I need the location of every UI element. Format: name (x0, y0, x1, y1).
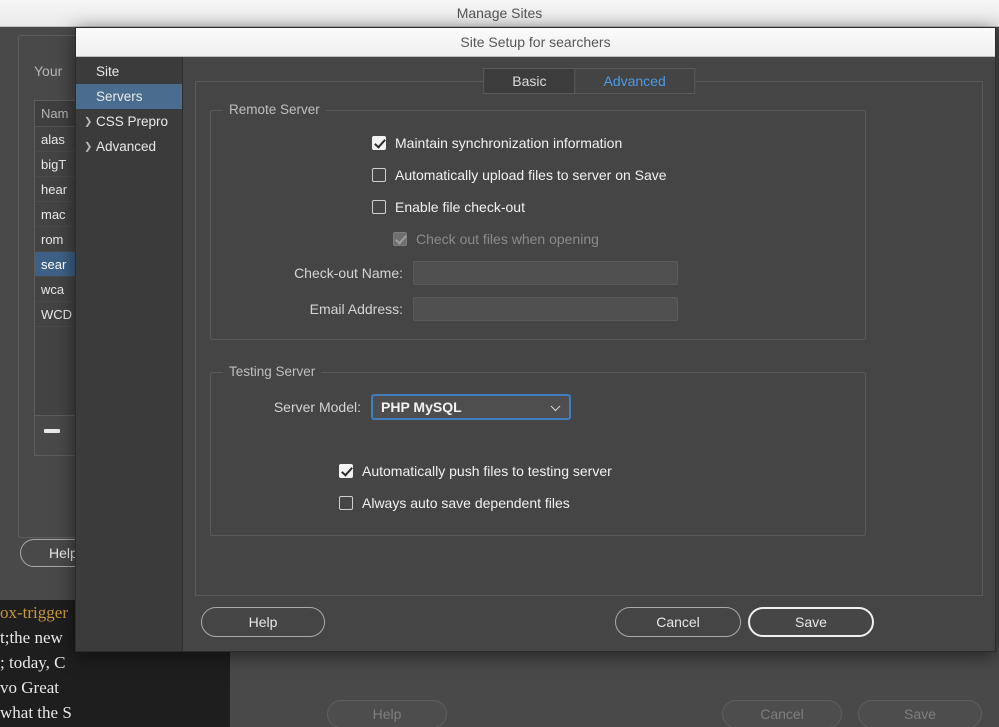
chevron-right-icon: ❯ (84, 141, 93, 152)
manage-sites-your-label: Your (34, 63, 63, 79)
sidebar-item-label: Advanced (96, 139, 157, 154)
checkbox-automatically-push-files-to-testing-server[interactable]: Automatically push files to testing serv… (339, 463, 612, 479)
tab-label: Basic (512, 73, 547, 89)
remote-server-legend: Remote Server (223, 102, 326, 117)
server-model-value: PHP MySQL (381, 399, 462, 415)
minus-icon[interactable] (44, 429, 60, 433)
site-setup-cancel-button[interactable]: Cancel (615, 607, 741, 637)
site-setup-help-button[interactable]: Help (201, 607, 325, 637)
doc-line: what the S (0, 703, 72, 722)
chevron-down-icon (550, 401, 561, 412)
manage-sites-save-button[interactable]: Save (858, 700, 982, 727)
checkbox-icon[interactable] (339, 464, 353, 478)
list-item-selected[interactable]: sear (35, 252, 79, 277)
email-address-input[interactable] (413, 297, 678, 321)
manage-sites-help-button[interactable]: Help (327, 700, 447, 727)
site-name: mac (41, 206, 66, 222)
check-out-name-input[interactable] (413, 261, 678, 285)
checkbox-label: Maintain synchronization information (395, 135, 623, 151)
email-address-row: Email Address: (251, 297, 678, 321)
tab-advanced[interactable]: Advanced (574, 68, 695, 94)
site-setup-body: Site Servers ❯ CSS Prepro ❯ Advanced Bas… (76, 57, 995, 651)
checkbox-label: Automatically upload files to server on … (395, 167, 667, 183)
checkbox-label: Automatically push files to testing serv… (362, 463, 612, 479)
list-item[interactable]: mac (35, 202, 79, 227)
checkbox-icon[interactable] (372, 168, 386, 182)
doc-line: vo Great (0, 678, 60, 697)
checkbox-maintain-synchronization-information[interactable]: Maintain synchronization information (372, 135, 622, 151)
check-out-name-label: Check-out Name: (294, 265, 403, 281)
server-model-row: Server Model: PHP MySQL (251, 394, 571, 420)
manage-sites-list-fragment[interactable]: Nam alas bigT hear mac rom sear wca WCD (34, 100, 79, 416)
screen-root: Manage Sites he settings your web esting… (0, 0, 999, 727)
checkbox-label: Enable file check-out (395, 199, 525, 215)
sidebar-item-servers[interactable]: Servers (76, 84, 182, 109)
remote-server-fieldset: Remote Server Maintain synchronization i… (210, 102, 866, 340)
server-model-label: Server Model: (273, 399, 361, 415)
manage-sites-cancel-button[interactable]: Cancel (722, 700, 842, 727)
site-setup-button-row: Help Cancel Save (76, 593, 995, 651)
manage-sites-titlebar: Manage Sites (0, 0, 999, 27)
list-item[interactable]: rom (35, 227, 79, 252)
site-setup-save-button[interactable]: Save (748, 607, 874, 637)
check-out-name-row: Check-out Name: (251, 261, 678, 285)
site-name: hear (41, 181, 68, 197)
site-setup-titlebar[interactable]: Site Setup for searchers (76, 28, 995, 57)
site-name: alas (41, 131, 65, 147)
testing-server-fieldset: Testing Server Server Model: PHP MySQL A… (210, 364, 866, 536)
list-item[interactable]: WCD (35, 302, 79, 327)
tab-label: Advanced (603, 73, 666, 89)
site-setup-sidebar: Site Servers ❯ CSS Prepro ❯ Advanced (76, 57, 183, 651)
doc-line: ; today, C (0, 653, 66, 672)
settings-content-card: Remote Server Maintain synchronization i… (195, 81, 983, 596)
sidebar-item-label: Site (96, 64, 120, 79)
list-item[interactable]: wca (35, 277, 79, 302)
checkbox-icon (393, 232, 407, 246)
manage-sites-list-footer-fragment (34, 416, 79, 456)
checkbox-label: Always auto save dependent files (362, 495, 570, 511)
checkbox-automatically-upload-files-on-save[interactable]: Automatically upload files to server on … (372, 167, 667, 183)
tab-bar: Basic Advanced (483, 68, 695, 94)
site-setup-dialog: Site Setup for searchers Site Servers ❯ … (75, 27, 996, 652)
server-model-select[interactable]: PHP MySQL (371, 394, 571, 420)
checkbox-check-out-files-when-opening: Check out files when opening (393, 231, 599, 247)
site-name: WCD (41, 306, 73, 322)
checkbox-always-auto-save-dependent-files[interactable]: Always auto save dependent files (339, 495, 570, 511)
list-item[interactable]: alas (35, 127, 79, 152)
manage-sites-list-header-fragment: Nam (35, 101, 79, 127)
checkbox-icon[interactable] (372, 200, 386, 214)
list-item[interactable]: hear (35, 177, 79, 202)
site-name: sear (41, 256, 67, 272)
checkbox-enable-file-check-out[interactable]: Enable file check-out (372, 199, 525, 215)
chevron-right-icon: ❯ (84, 116, 93, 127)
sidebar-item-label: CSS Prepro (96, 114, 169, 129)
sidebar-item-advanced[interactable]: ❯ Advanced (76, 134, 182, 159)
checkbox-icon[interactable] (339, 496, 353, 510)
site-name: wca (41, 281, 65, 297)
sidebar-item-css-preprocessors[interactable]: ❯ CSS Prepro (76, 109, 182, 134)
tab-basic[interactable]: Basic (483, 68, 575, 94)
site-name: bigT (41, 156, 67, 172)
email-address-label: Email Address: (309, 301, 403, 317)
sidebar-item-site[interactable]: Site (76, 59, 182, 84)
checkbox-icon[interactable] (372, 136, 386, 150)
manage-sites-title: Manage Sites (456, 5, 543, 21)
site-setup-main: Basic Advanced Remote Server Maintain sy… (183, 57, 995, 651)
testing-server-legend: Testing Server (223, 364, 322, 379)
list-item[interactable]: bigT (35, 152, 79, 177)
checkbox-label: Check out files when opening (416, 231, 599, 247)
manage-sites-left-edge: Your Nam alas bigT hear mac rom sear wca… (0, 27, 100, 600)
site-name: rom (41, 231, 64, 247)
sidebar-item-label: Servers (96, 89, 143, 104)
site-setup-title: Site Setup for searchers (460, 34, 611, 50)
